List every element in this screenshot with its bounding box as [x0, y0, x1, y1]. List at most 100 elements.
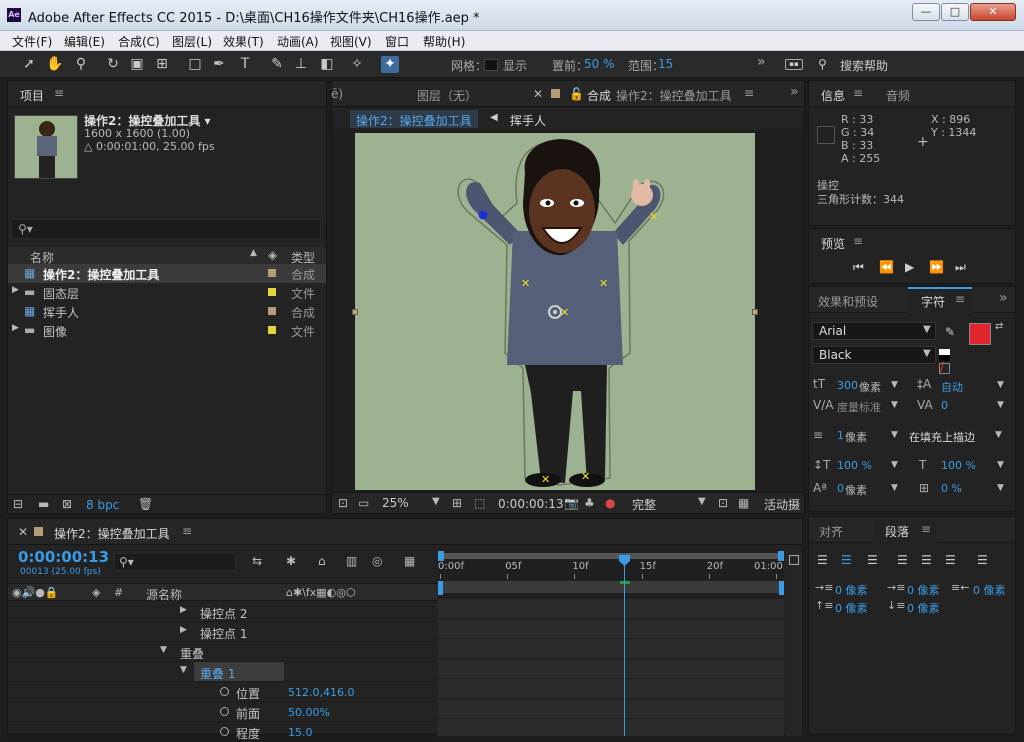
sort-arrow-icon[interactable]: ▲: [250, 248, 257, 258]
work-area-bar[interactable]: [440, 553, 782, 559]
search-help-icon[interactable]: ⚲: [818, 57, 827, 71]
timeline-search-input[interactable]: ⚲▾: [114, 553, 236, 571]
puppet-overlap-tool-icon[interactable]: ✦: [381, 56, 399, 73]
time-ruler[interactable]: 0:00f 05f 10f 15f 20f 01:00: [438, 561, 784, 579]
eraser-tool-icon[interactable]: ◧: [318, 56, 336, 73]
current-time-display[interactable]: 0:00:00:13: [498, 497, 564, 511]
tab-comp-name[interactable]: 操作2：操控叠加工具: [616, 87, 732, 104]
paragraph-menu-icon[interactable]: ≡: [921, 522, 931, 536]
chevron-down-icon[interactable]: ▼: [432, 496, 440, 507]
timeline-property-row[interactable]: 位置 512.0,416.0: [8, 682, 436, 702]
work-area-start[interactable]: [438, 551, 444, 561]
fill-color-swatch[interactable]: [969, 323, 991, 345]
chevron-down-icon[interactable]: ▼: [997, 400, 1004, 410]
breadcrumb-parent-comp[interactable]: 挥手人: [510, 112, 546, 129]
space-after-value[interactable]: 0 像素: [907, 600, 940, 616]
property-value[interactable]: 50.00%: [288, 706, 330, 719]
search-help-label[interactable]: 搜索帮助: [840, 57, 888, 74]
character-overflow-icon[interactable]: »: [999, 290, 1008, 306]
chevron-down-icon[interactable]: ▼: [997, 460, 1004, 470]
resolution-dropdown[interactable]: 完整: [632, 496, 656, 513]
tab-info[interactable]: 信息: [821, 87, 845, 104]
menu-view[interactable]: 视图(V): [330, 33, 372, 50]
layer-duration-bar[interactable]: [438, 581, 784, 593]
expand-arrow-icon[interactable]: ▼: [180, 665, 187, 675]
property-track-area[interactable]: [438, 599, 784, 736]
mask-visibility-icon[interactable]: ⬚: [474, 496, 485, 510]
no-color-swatch[interactable]: /: [939, 360, 950, 374]
stopwatch-icon[interactable]: [220, 707, 229, 716]
last-frame-icon[interactable]: ⏭: [955, 260, 966, 275]
tab-project[interactable]: 项目: [20, 87, 44, 104]
trash-icon[interactable]: 🗑: [138, 497, 153, 511]
project-item[interactable]: ▦ 挥手人 合成: [8, 302, 326, 321]
menu-composition[interactable]: 合成(C): [118, 33, 160, 50]
tab-previous[interactable]: ē): [331, 87, 343, 101]
justify-all-icon[interactable]: ☰: [977, 553, 988, 567]
comp-panel-overflow-icon[interactable]: »: [790, 84, 799, 100]
horizontal-scale-value[interactable]: 100 %: [941, 459, 976, 472]
expand-arrow-icon[interactable]: ▶: [180, 605, 187, 615]
justify-right-icon[interactable]: ☰: [945, 553, 956, 567]
indent-left-value[interactable]: 0 像素: [835, 582, 868, 598]
preview-menu-icon[interactable]: ≡: [853, 234, 863, 248]
display-icon[interactable]: ▭: [358, 496, 369, 510]
tab-layer[interactable]: 图层（无）: [417, 87, 477, 104]
range-value[interactable]: 15: [658, 57, 673, 71]
menu-effect[interactable]: 效果(T): [223, 33, 264, 50]
hand-tool-icon[interactable]: ✋: [46, 56, 64, 73]
timeline-property-row[interactable]: ▼ 重叠: [8, 642, 436, 662]
puppet-pin-icon[interactable]: ✕: [541, 474, 550, 485]
comp-mini-flowchart-icon[interactable]: ⇆: [252, 554, 262, 568]
clone-stamp-tool-icon[interactable]: ⊥: [292, 56, 310, 73]
frame-blending-icon[interactable]: ▥: [346, 554, 357, 568]
label-color-swatch[interactable]: [268, 269, 276, 277]
layer-bounds-handle[interactable]: [752, 309, 758, 315]
label-tag-icon[interactable]: ◈: [268, 248, 277, 262]
project-item[interactable]: ▦ 操作2：操控叠加工具 合成: [8, 264, 326, 283]
first-frame-icon[interactable]: ⏮: [853, 260, 864, 275]
leading-value[interactable]: 自动: [941, 379, 963, 395]
font-style-dropdown[interactable]: Black ▼: [812, 346, 936, 364]
eyedropper-icon[interactable]: ✎: [945, 325, 955, 339]
project-item[interactable]: ▶ ▬ 固态层 文件: [8, 283, 326, 302]
graph-editor-icon[interactable]: ▦: [404, 554, 415, 568]
breadcrumb-current-comp[interactable]: 操作2：操控叠加工具: [350, 110, 478, 128]
menu-edit[interactable]: 编辑(E): [64, 33, 105, 50]
chevron-down-icon[interactable]: ▼: [891, 483, 898, 493]
lock-icon[interactable]: 🔓: [569, 87, 584, 101]
project-item[interactable]: ▶ ▬ 图像 文件: [8, 321, 326, 340]
indent-first-value[interactable]: 0 像素: [907, 582, 940, 598]
draft-3d-icon[interactable]: ✱: [286, 554, 296, 568]
timeline-scrollbar[interactable]: [786, 549, 802, 736]
tsume-value[interactable]: 0 %: [941, 482, 962, 495]
interpret-footage-icon[interactable]: ⊟: [13, 497, 23, 511]
menu-animation[interactable]: 动画(A): [277, 33, 319, 50]
chevron-down-icon[interactable]: ▼: [891, 460, 898, 470]
chevron-down-icon[interactable]: ▼: [698, 496, 706, 507]
camera-tool-icon[interactable]: ▣: [128, 56, 146, 73]
puppet-pin-icon[interactable]: ✕: [521, 278, 530, 289]
layer-switches-icon[interactable]: ⌂✱\fx▦◐◎⬡: [286, 586, 355, 599]
bar-start-handle[interactable]: [438, 581, 443, 595]
label-color-swatch[interactable]: [268, 288, 276, 296]
font-size-value[interactable]: 300: [837, 379, 858, 392]
expand-arrow-icon[interactable]: ▶: [12, 285, 19, 295]
toolbar-overflow-button[interactable]: »: [757, 54, 766, 70]
timeline-property-row[interactable]: ▼ 重叠 1: [8, 662, 436, 682]
timeline-property-row[interactable]: 程度 15.0: [8, 722, 436, 742]
panel-menu-icon[interactable]: ≡: [54, 86, 64, 100]
font-family-dropdown[interactable]: Arial ▼: [812, 322, 936, 340]
type-tool-icon[interactable]: T: [236, 56, 254, 73]
justify-center-icon[interactable]: ☰: [921, 553, 932, 567]
vertical-scale-value[interactable]: 100 %: [837, 459, 872, 472]
tab-effects-presets[interactable]: 效果和预设: [818, 293, 878, 310]
menu-layer[interactable]: 图层(L): [172, 33, 212, 50]
brush-tool-icon[interactable]: ✎: [268, 56, 286, 73]
timeline-property-row[interactable]: 前面 50.00%: [8, 702, 436, 722]
workspace-icon[interactable]: ▪▪: [785, 59, 803, 70]
rectangle-tool-icon[interactable]: □: [186, 56, 204, 73]
align-right-icon[interactable]: ☰: [867, 553, 878, 567]
justify-left-icon[interactable]: ☰: [897, 553, 908, 567]
pan-behind-tool-icon[interactable]: ⊞: [153, 56, 171, 73]
